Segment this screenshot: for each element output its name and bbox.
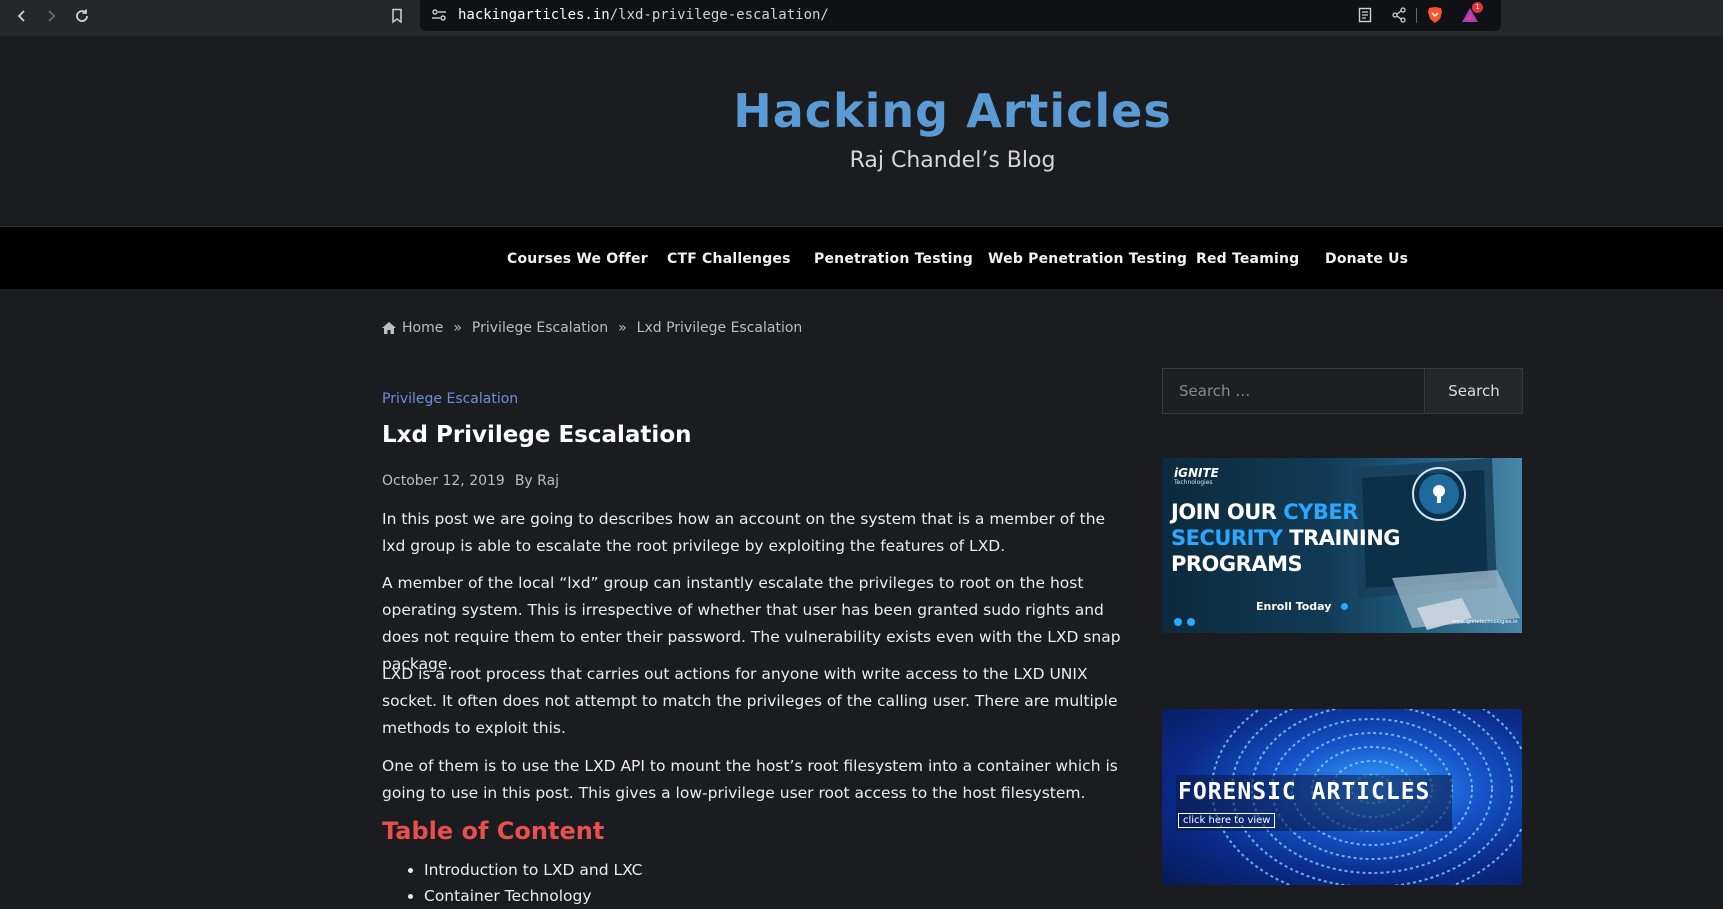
ad-text: JOIN OUR: [1171, 500, 1284, 524]
nav-item-web-penetration-testing[interactable]: Web Penetration Testing: [988, 251, 1187, 267]
enroll-today-label: Enroll Today: [1256, 600, 1332, 613]
ignite-logo-subtitle: Technologies: [1174, 479, 1213, 486]
toc-item[interactable]: Introduction to LXD and LXC: [424, 857, 642, 883]
site-description: Raj Chandel’s Blog: [849, 148, 1056, 173]
post-title: Lxd Privilege Escalation: [382, 422, 692, 448]
url-path: /lxd-privilege-escalation/: [609, 7, 829, 23]
post-author[interactable]: By Raj: [515, 473, 559, 489]
back-button[interactable]: [10, 4, 34, 28]
enroll-today-cta[interactable]: Enroll Today: [1256, 600, 1349, 613]
url-text[interactable]: hackingarticles.in/lxd-privilege-escalat…: [458, 7, 829, 23]
click-here-to-view-button[interactable]: click here to view: [1178, 813, 1276, 828]
bookmark-icon: [392, 8, 402, 24]
cta-dot-icon: [1341, 603, 1349, 610]
notification-badge: 1: [1472, 2, 1483, 13]
post-paragraph: One of them is to use the LXD API to mou…: [382, 757, 1118, 802]
social-icon: [1187, 618, 1195, 626]
post-category-link[interactable]: Privilege Escalation: [382, 391, 518, 407]
forensic-articles-banner[interactable]: FORENSIC ARTICLES click here to view: [1162, 709, 1522, 885]
share-icon[interactable]: [1388, 4, 1410, 26]
ad-text: TRAINING: [1282, 526, 1401, 550]
address-bar[interactable]: hackingarticles.in/lxd-privilege-escalat…: [420, 0, 1501, 31]
breadcrumb-separator: »: [453, 320, 462, 336]
url-domain: hackingarticles.in: [458, 7, 610, 23]
nav-item-red-teaming[interactable]: Red Teaming: [1196, 251, 1299, 267]
social-icon: [1174, 618, 1182, 626]
reload-icon: [76, 9, 88, 22]
breadcrumb: Home » Privilege Escalation » Lxd Privil…: [382, 320, 802, 336]
back-arrow-icon: [17, 10, 25, 22]
site-info-icon[interactable]: [428, 4, 450, 26]
search-input[interactable]: [1163, 369, 1425, 413]
toc-list: Introduction to LXD and LXC Container Te…: [402, 857, 642, 909]
browser-toolbar: hackingarticles.in/lxd-privilege-escalat…: [0, 0, 1723, 36]
ignite-logo: iGNITE: [1174, 466, 1219, 480]
nav-item-donate-us[interactable]: Donate Us: [1325, 251, 1408, 267]
forward-button[interactable]: [39, 4, 63, 28]
brave-shields-icon[interactable]: [1424, 4, 1446, 26]
ad-text-accent: SECURITY: [1171, 526, 1283, 550]
reader-mode-icon[interactable]: [1354, 4, 1376, 26]
ad-headline-line3: PROGRAMS: [1171, 552, 1303, 576]
site-title[interactable]: Hacking Articles: [0, 84, 1723, 138]
ignite-training-banner[interactable]: iGNITE Technologies JOIN OUR CYBER SECUR…: [1162, 458, 1522, 633]
nav-item-penetration-testing[interactable]: Penetration Testing: [814, 251, 973, 267]
nav-item-ctf-challenges[interactable]: CTF Challenges: [667, 251, 791, 267]
toc-item[interactable]: Container Technology: [424, 883, 642, 909]
post-paragraph: In this post we are going to describes h…: [382, 510, 1106, 555]
search-button[interactable]: Search: [1426, 369, 1522, 413]
primary-nav: Courses We Offer CTF Challenges Penetrat…: [0, 226, 1723, 289]
reload-button[interactable]: [70, 4, 94, 28]
post-paragraph: LXD is a root process that carries out a…: [382, 665, 1118, 737]
breadcrumb-home-label: Home: [402, 320, 444, 336]
forensic-articles-title: FORENSIC ARTICLES: [1178, 779, 1431, 805]
home-icon: [382, 322, 396, 334]
ad-headline-line1: JOIN OUR CYBER: [1171, 500, 1358, 524]
toc-title: Table of Content: [382, 817, 605, 845]
post-date[interactable]: October 12, 2019: [382, 473, 505, 489]
ad-headline-line2: SECURITY TRAINING: [1171, 526, 1401, 550]
breadcrumb-category[interactable]: Privilege Escalation: [472, 320, 608, 336]
bookmark-button[interactable]: [385, 4, 409, 28]
divider: [1416, 8, 1417, 23]
sidebar-search-form: Search: [1162, 368, 1523, 414]
post-meta: October 12, 2019 By Raj: [382, 473, 559, 489]
nav-item-courses[interactable]: Courses We Offer: [507, 251, 648, 267]
site-header: Hacking Articles Raj Chandel’s Blog: [0, 36, 1723, 226]
forward-arrow-icon: [48, 10, 56, 22]
ad-website: www.ignitetechnologies.in: [1452, 619, 1518, 625]
ad-text-accent: CYBER: [1283, 500, 1358, 524]
breadcrumb-home[interactable]: Home: [382, 320, 443, 336]
breadcrumb-current: Lxd Privilege Escalation: [636, 320, 803, 336]
brave-rewards-icon[interactable]: 1: [1459, 2, 1483, 26]
breadcrumb-separator: »: [618, 320, 627, 336]
